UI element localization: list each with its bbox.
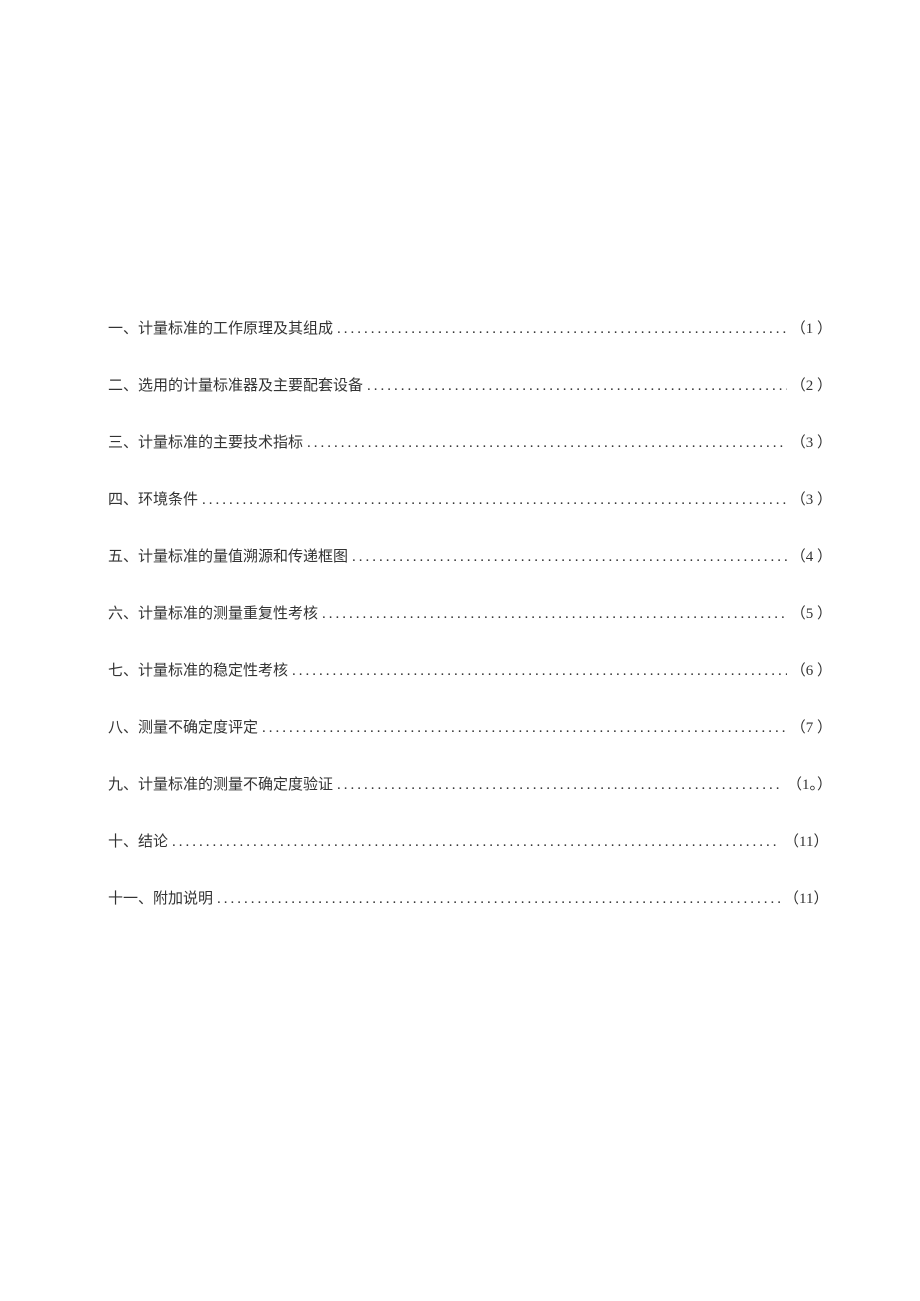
toc-container: 一、计量标准的工作原理及其组成 ........................… [108, 317, 832, 944]
toc-leader: ........................................… [172, 834, 780, 851]
toc-entry: 十一、附加说明 ................................… [108, 887, 832, 908]
toc-page: （2 ） [791, 374, 832, 395]
toc-page: （3 ） [791, 488, 832, 509]
toc-title: 七、计量标准的稳定性考核 [108, 659, 288, 680]
toc-entry: 三、计量标准的主要技术指标 ..........................… [108, 431, 832, 452]
toc-leader: ........................................… [217, 891, 780, 908]
toc-entry: 八、测量不确定度评定 .............................… [108, 716, 832, 737]
toc-page: （4 ） [791, 545, 832, 566]
toc-page: （7 ） [791, 716, 832, 737]
toc-title: 六、计量标准的测量重复性考核 [108, 602, 318, 623]
toc-page: （5 ） [791, 602, 832, 623]
toc-title: 九、计量标准的测量不确定度验证 [108, 773, 333, 794]
toc-leader: ........................................… [337, 321, 787, 338]
toc-leader: ........................................… [292, 663, 787, 680]
toc-leader: ........................................… [262, 720, 787, 737]
toc-page: （11） [784, 830, 832, 851]
toc-entry: 七、计量标准的稳定性考核 ...........................… [108, 659, 832, 680]
toc-leader: ........................................… [337, 777, 783, 794]
toc-title: 十一、附加说明 [108, 887, 213, 908]
toc-leader: ........................................… [367, 378, 787, 395]
toc-page: （11） [784, 887, 832, 908]
toc-title: 五、计量标准的量值溯源和传递框图 [108, 545, 348, 566]
toc-entry: 四、环境条件 .................................… [108, 488, 832, 509]
toc-page: （3 ） [791, 431, 832, 452]
toc-leader: ........................................… [322, 606, 787, 623]
toc-entry: 十、结论 ...................................… [108, 830, 832, 851]
toc-entry: 六、计量标准的测量重复性考核 .........................… [108, 602, 832, 623]
toc-entry: 五、计量标准的量值溯源和传递框图 .......................… [108, 545, 832, 566]
toc-page: （6 ） [791, 659, 832, 680]
toc-leader: ........................................… [202, 492, 787, 509]
toc-entry: 二、选用的计量标准器及主要配套设备 ......................… [108, 374, 832, 395]
toc-title: 四、环境条件 [108, 488, 198, 509]
toc-title: 八、测量不确定度评定 [108, 716, 258, 737]
toc-title: 一、计量标准的工作原理及其组成 [108, 317, 333, 338]
toc-entry: 九、计量标准的测量不确定度验证 ........................… [108, 773, 832, 794]
toc-entry: 一、计量标准的工作原理及其组成 ........................… [108, 317, 832, 338]
toc-title: 十、结论 [108, 830, 168, 851]
toc-page: （1。） [787, 773, 832, 794]
toc-title: 二、选用的计量标准器及主要配套设备 [108, 374, 363, 395]
toc-title: 三、计量标准的主要技术指标 [108, 431, 303, 452]
toc-page: （1 ） [791, 317, 832, 338]
toc-leader: ........................................… [352, 549, 787, 566]
toc-leader: ........................................… [307, 435, 787, 452]
